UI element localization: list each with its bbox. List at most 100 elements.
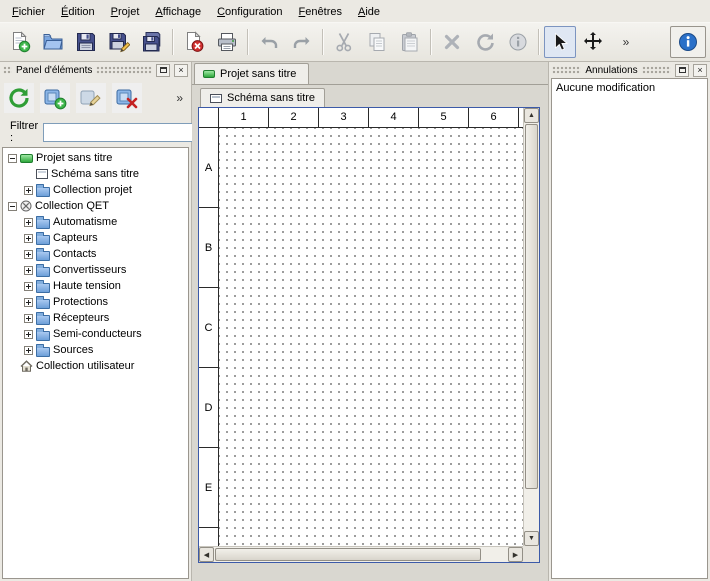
chevron-more-icon: » [621,35,632,49]
main-area: Panel d'éléments × [0,62,710,581]
tree-item-collection-qet[interactable]: Collection QET [3,198,188,214]
tree-item-capteurs[interactable]: Capteurs [3,230,188,246]
delete-element-button[interactable] [112,83,142,113]
diagram-canvas[interactable] [219,128,523,546]
mdi-area: Schéma sans titre 1 2 3 4 5 [192,85,548,581]
elements-panel-titlebar[interactable]: Panel d'éléments × [0,62,191,78]
expand-icon[interactable] [24,314,33,323]
expand-icon[interactable] [24,266,33,275]
menu-aide[interactable]: Aide [350,2,388,21]
folder-icon [36,299,50,309]
tree-item-recepteurs[interactable]: Récepteurs [3,310,188,326]
horizontal-scroll-thumb[interactable] [215,548,481,561]
rotate-button[interactable] [469,26,501,58]
paste-button[interactable] [394,26,426,58]
toolbar-separator [172,29,174,55]
save-all-button[interactable] [136,26,168,58]
tree-item-sources[interactable]: Sources [3,342,188,358]
tree-item-haute-tension[interactable]: Haute tension [3,278,188,294]
tree-item-protections[interactable]: Protections [3,294,188,310]
scroll-right-button[interactable]: ▶ [508,547,523,562]
save-button[interactable] [70,26,102,58]
tree-item-collection-utilisateur[interactable]: Collection utilisateur [3,358,188,374]
expand-icon[interactable] [24,250,33,259]
toolbar-more-button[interactable]: » [610,26,642,58]
element-info-button[interactable] [502,26,534,58]
close-panel-button[interactable]: × [174,64,188,77]
menu-configuration[interactable]: Configuration [209,2,290,21]
float-panel-button[interactable] [156,64,170,77]
cut-button[interactable] [328,26,360,58]
tree-label: Convertisseurs [53,264,126,276]
filter-input[interactable] [43,123,193,142]
toolbar-separator [538,29,540,55]
save-as-button[interactable] [103,26,135,58]
ruler-corner [199,108,219,128]
menu-fenetres[interactable]: Fenêtres [291,2,350,21]
expand-icon[interactable] [24,298,33,307]
horizontal-scroll-track[interactable] [215,547,507,562]
dock-grip [96,66,152,74]
expand-icon[interactable] [24,330,33,339]
open-file-button[interactable] [37,26,69,58]
select-arrow-icon [549,31,571,53]
folder-icon [36,251,50,261]
panel-more-chevron-icon[interactable]: » [174,91,187,105]
delete-button[interactable] [436,26,468,58]
about-qet-button[interactable] [670,26,706,58]
tree-item-automatisme[interactable]: Automatisme [3,214,188,230]
tree-item-collection-projet[interactable]: Collection projet [3,182,188,198]
filter-row: Filtrer : [0,118,191,146]
vertical-scrollbar[interactable]: ▲ ▼ [523,108,539,546]
expand-icon[interactable] [24,218,33,227]
menu-edition[interactable]: Édition [53,2,103,21]
ruler-column: 1 [219,108,269,127]
menu-fichier[interactable]: Fichier [4,2,53,21]
copy-button[interactable] [361,26,393,58]
redo-button[interactable] [286,26,318,58]
undo-button[interactable] [253,26,285,58]
move-mode-button[interactable] [577,26,609,58]
tree-item-projet-sans-titre[interactable]: Projet sans titre [3,150,188,166]
scroll-down-button[interactable]: ▼ [524,531,539,546]
tab-projet-sans-titre[interactable]: Projet sans titre [194,63,309,84]
menu-projet[interactable]: Projet [103,2,148,21]
tree-item-contacts[interactable]: Contacts [3,246,188,262]
new-element-button[interactable] [40,83,70,113]
tree-label: Projet sans titre [36,152,112,164]
tree-label: Sources [53,344,93,356]
scroll-up-icon: ▲ [528,112,535,119]
print-icon [216,31,238,53]
vertical-scroll-track[interactable] [524,124,539,530]
tab-schema-sans-titre[interactable]: Schéma sans titre [200,88,325,107]
tree-item-semi-conducteurs[interactable]: Semi-conducteurs [3,326,188,342]
expand-icon[interactable] [24,234,33,243]
project-view: Schéma sans titre 1 2 3 4 5 [198,87,540,563]
expand-icon[interactable] [24,346,33,355]
tree-item-convertisseurs[interactable]: Convertisseurs [3,262,188,278]
close-panel-button[interactable]: × [693,64,707,77]
expand-icon[interactable] [24,282,33,291]
delete-icon [441,31,463,53]
vertical-scroll-thumb[interactable] [525,124,538,489]
select-mode-button[interactable] [544,26,576,58]
ruler-row: B [199,208,218,288]
undo-panel-titlebar[interactable]: Annulations × [549,62,710,78]
folder-icon [36,219,50,229]
new-file-button[interactable] [4,26,36,58]
folder-icon [36,267,50,277]
expand-icon[interactable] [24,186,33,195]
close-file-button[interactable] [178,26,210,58]
scroll-left-button[interactable]: ◀ [199,547,214,562]
collapse-icon[interactable] [8,202,17,211]
horizontal-scrollbar[interactable]: ◀ ▶ [199,546,523,562]
tree-item-schema-sans-titre[interactable]: Schéma sans titre [3,166,188,182]
reload-collections-button[interactable] [4,83,34,113]
float-panel-button[interactable] [675,64,689,77]
undo-history-list[interactable]: Aucune modification [551,78,708,579]
collapse-icon[interactable] [8,154,17,163]
edit-element-button[interactable] [76,83,106,113]
print-button[interactable] [211,26,243,58]
scroll-up-button[interactable]: ▲ [524,108,539,123]
menu-affichage[interactable]: Affichage [147,2,209,21]
